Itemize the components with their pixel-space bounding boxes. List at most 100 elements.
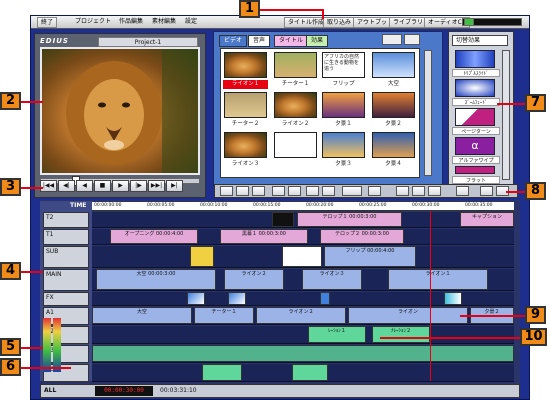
track-a3[interactable] [92, 345, 514, 363]
thumb-sunset-2[interactable] [372, 92, 415, 118]
tab-title[interactable]: タイトル [274, 35, 309, 47]
clip-caption[interactable]: キャプション [460, 212, 514, 227]
triple-slide-icon[interactable] [455, 50, 495, 68]
tab-video[interactable]: ビデオ [219, 35, 248, 47]
transition-marker[interactable] [228, 292, 246, 305]
clip-lion-1[interactable]: ライオン１ [388, 269, 488, 290]
clip-lion-2[interactable]: ライオン２ [224, 269, 284, 290]
menu-project[interactable]: プロジェクト [75, 17, 111, 27]
quit-button[interactable]: 終了 [37, 17, 58, 28]
split-icon[interactable] [252, 186, 265, 196]
tab-effects[interactable]: 効果 [306, 35, 329, 47]
alpha-wipe-icon[interactable]: α [455, 137, 495, 155]
track-head-t2[interactable]: T2 [43, 212, 89, 228]
thumb-cheetah-1[interactable] [274, 52, 317, 78]
thumb-sunset-4[interactable] [372, 132, 415, 158]
zoom-fade-icon[interactable] [455, 79, 495, 97]
track-t1[interactable]: オープニング 00:00:4:00 黒幕１ 00:00:3:00 テロップ２ 0… [92, 229, 514, 245]
clip-narration-2[interactable]: ﾅﾚｰｼｮﾝ２ [372, 326, 430, 343]
thumb-sky[interactable] [372, 52, 415, 78]
mark-out-icon[interactable] [236, 186, 249, 196]
prev-frame-button[interactable]: ◀| [58, 180, 75, 192]
library-scrollbar[interactable] [424, 50, 432, 176]
thumb-sunset-3[interactable] [322, 132, 365, 158]
clip-sfx-2[interactable] [292, 364, 328, 381]
zoom-all-button[interactable]: ALL [44, 387, 56, 394]
clip-lion-3[interactable]: ライオン３ [302, 269, 362, 290]
transition-marker[interactable] [187, 292, 205, 305]
track-sub[interactable]: フリップ 00:00:4:00 [92, 246, 514, 268]
thumb-sunset-1[interactable] [322, 92, 365, 118]
clip-telop-2[interactable]: テロップ２ 00:00:3:00 [320, 229, 404, 244]
thumb-blank[interactable] [274, 132, 317, 158]
import-button[interactable]: 取り込み [323, 17, 356, 28]
go-start-button[interactable]: |◀◀ [40, 180, 57, 192]
clip-black-1[interactable]: 黒幕１ 00:00:3:00 [220, 229, 308, 244]
mark-in-icon[interactable] [220, 186, 233, 196]
group-icon[interactable] [428, 186, 441, 196]
grid-view-icon[interactable] [404, 34, 420, 45]
rewind-button[interactable]: ◀ [76, 180, 93, 192]
transition-marker[interactable] [320, 292, 330, 305]
delete-icon[interactable] [368, 186, 381, 196]
play-button[interactable]: ▶ [112, 180, 129, 192]
menu-work-edit[interactable]: 作品編集 [119, 17, 143, 27]
clip-props-icon[interactable] [456, 186, 469, 196]
clip-flip-thumb[interactable] [282, 246, 322, 267]
clip-black[interactable] [272, 212, 294, 227]
library-button[interactable]: ライブラリ [389, 17, 428, 28]
callout-1: 1 [239, 0, 260, 18]
trim-right-icon[interactable] [322, 186, 335, 196]
thumb-lion-1[interactable] [224, 52, 267, 78]
effect-category-select[interactable]: 切替効果 [452, 35, 508, 46]
clip-audio-lion-2[interactable]: ライオン２ [256, 307, 346, 324]
library-item-label: ライオン２ [273, 120, 318, 129]
stop-button[interactable]: ■ [94, 180, 111, 192]
fast-forward-button[interactable]: ▶▶| [148, 180, 165, 192]
clip-key[interactable] [190, 246, 214, 267]
thumb-cheetah-2[interactable] [224, 92, 267, 118]
thumb-lion-2[interactable] [274, 92, 317, 118]
list-view-icon[interactable] [382, 34, 402, 45]
clip-narration-1[interactable]: ﾚｰｼｮﾝ１ [308, 326, 366, 343]
playhead[interactable] [430, 211, 431, 381]
track-a1[interactable]: 大空 チーター１ ライオン２ ライオン 夕景２ [92, 307, 514, 325]
link-icon[interactable] [412, 186, 425, 196]
clip-audio-cheetah[interactable]: チーター１ [194, 307, 254, 324]
track-head-t1[interactable]: T1 [43, 229, 89, 245]
time-ruler[interactable]: 00:00:00:00 00:00:05:00 00:00:10:00 00:0… [92, 202, 514, 211]
trim-left-icon[interactable] [306, 186, 319, 196]
clip-bgm[interactable] [92, 345, 514, 362]
undo-icon[interactable] [480, 186, 493, 196]
track-a2[interactable]: ﾚｰｼｮﾝ１ ﾅﾚｰｼｮﾝ２ [92, 326, 514, 344]
thumb-flip[interactable]: アフリカの自然に生きる動物を追う [322, 52, 365, 78]
prev-edit-icon[interactable] [272, 186, 285, 196]
clip-sfx-1[interactable] [202, 364, 242, 381]
clip-audio-sky[interactable]: 大空 [92, 307, 192, 324]
transition-marker[interactable] [444, 292, 462, 305]
clip-telop-1[interactable]: テロップ１ 00:00:3:00 [297, 212, 402, 227]
effects-scrollbar[interactable] [502, 50, 510, 180]
go-end-button[interactable]: ▶| [166, 180, 183, 192]
track-head-sub[interactable]: SUB [43, 246, 89, 268]
track-fx[interactable] [92, 292, 514, 306]
clip-flip[interactable]: フリップ 00:00:4:00 [324, 246, 416, 267]
flat-icon[interactable] [455, 166, 495, 174]
menu-settings[interactable]: 設定 [185, 17, 197, 27]
track-bgm[interactable] [92, 364, 514, 382]
thumb-lion-3[interactable] [224, 132, 267, 158]
cut-icon[interactable] [342, 186, 362, 196]
ripple-icon[interactable] [396, 186, 409, 196]
clip-sky[interactable]: 大空 00:00:3:00 [96, 269, 216, 290]
tab-audio[interactable]: 音声 [248, 35, 271, 47]
track-head-fx[interactable]: FX [43, 292, 89, 306]
next-frame-button[interactable]: |▶ [130, 180, 147, 192]
clip-audio-lion[interactable]: ライオン [348, 307, 468, 324]
clip-opening[interactable]: オープニング 00:00:4:00 [110, 229, 198, 244]
next-edit-icon[interactable] [288, 186, 301, 196]
menu-material-edit[interactable]: 素材編集 [152, 17, 176, 27]
track-t2[interactable]: テロップ１ 00:00:3:00 キャプション [92, 212, 514, 228]
track-main[interactable]: 大空 00:00:3:00 ライオン２ ライオン３ ライオン１ [92, 269, 514, 291]
page-turn-icon[interactable] [455, 108, 495, 126]
track-head-main[interactable]: MAIN [43, 269, 89, 291]
